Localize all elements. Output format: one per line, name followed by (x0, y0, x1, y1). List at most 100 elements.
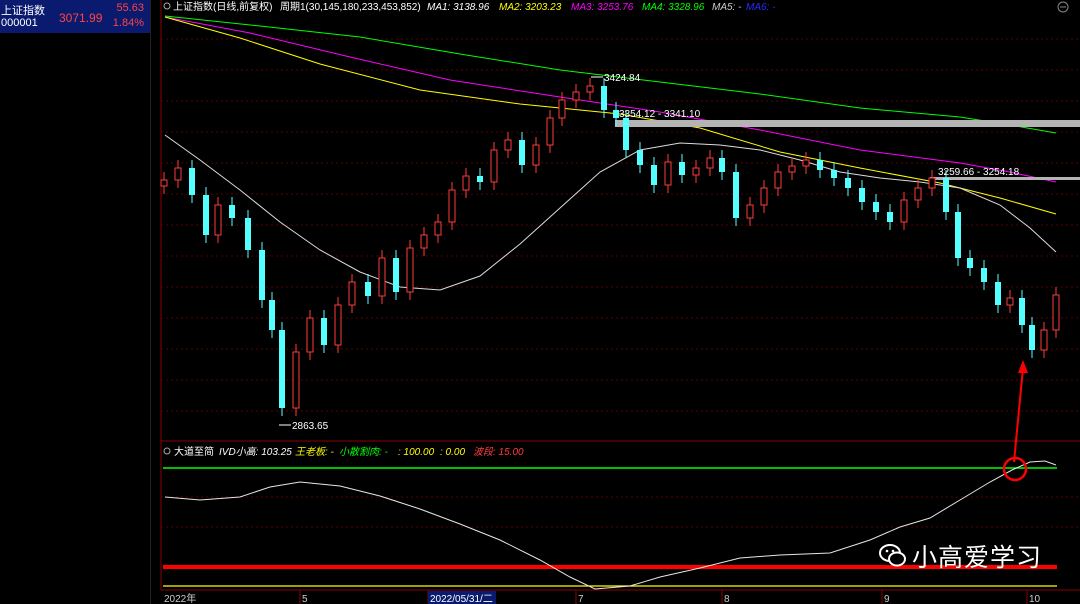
indicator-boduan: 波段: 15.00 (473, 446, 524, 458)
candle-body (746, 204, 754, 219)
x-label-9: 9 (884, 594, 890, 604)
candle-body (817, 160, 823, 170)
candle-body (1029, 325, 1035, 350)
indicator-ivd: IVD小高: 103.25 (219, 446, 292, 458)
candle-body (1019, 298, 1025, 325)
candle-body (664, 161, 672, 186)
candle-body (928, 177, 936, 189)
candle-body (981, 268, 987, 282)
highlight-arrow (1002, 360, 1028, 482)
candle-body (760, 187, 768, 206)
indicator-v0: : 0.00 (440, 447, 465, 458)
candle-body (967, 258, 973, 268)
candle-body (321, 318, 327, 345)
candle-body (462, 175, 470, 191)
wechat-icon (879, 544, 906, 567)
ma4-label: MA4: 3328.96 (642, 2, 705, 13)
candle-body (477, 176, 483, 182)
watermark: 小高爱学习 (878, 535, 1078, 575)
candle-body (348, 281, 356, 306)
candle-body (679, 162, 685, 175)
ma5-label: MA5: - (712, 2, 742, 13)
candle-body (259, 250, 265, 300)
candle-body (845, 178, 851, 188)
chart-header: 上证指数(日线,前复权) 周期1(30,145,180,233,453,852)… (163, 0, 776, 13)
candle-body (306, 317, 314, 353)
candle-body (719, 158, 725, 172)
candle-body (1006, 297, 1014, 306)
candle-body (572, 91, 580, 101)
candlesticks (160, 78, 1060, 416)
candle-body (504, 139, 512, 151)
candle-body (914, 187, 922, 201)
candle-body (519, 140, 525, 165)
ma2-line (164, 16, 1057, 215)
period-label: 周期1(30,145,180,233,453,852) (280, 1, 421, 13)
indicator-v100: : 100.00 (398, 447, 435, 458)
indicator-name: 大道至简 (174, 445, 214, 458)
candle-body (292, 351, 300, 409)
candle-body (490, 149, 498, 183)
candle-body (203, 195, 209, 235)
candle-body (1040, 329, 1048, 351)
candle-body (269, 300, 275, 330)
svg-text:3424.84: 3424.84 (604, 73, 641, 84)
candle-body (189, 168, 195, 195)
candle-body (733, 172, 739, 218)
candle-body (586, 85, 594, 93)
ma1-label: MA1: 3138.96 (427, 2, 490, 13)
chart-title: 上证指数(日线,前复权) (173, 0, 272, 13)
candle-body (1052, 294, 1060, 331)
candle-body (420, 234, 428, 249)
x-label-5: 5 (302, 594, 308, 604)
indicator-xiaoqiang: 小散割肉: - (339, 446, 389, 458)
candle-body (378, 257, 386, 297)
x-label-cursor-date: 2022/05/31/二 (430, 594, 493, 604)
candle-body (174, 167, 182, 181)
candle-body (955, 212, 961, 258)
candle-body (943, 178, 949, 212)
collapse-icon[interactable] (1057, 1, 1069, 13)
ma6-label: MA6: - (746, 2, 776, 13)
candle-body (887, 212, 893, 222)
svg-text:2863.65: 2863.65 (292, 421, 329, 432)
candle-body (229, 205, 235, 218)
candle-body (448, 189, 456, 223)
x-label-10: 10 (1029, 594, 1041, 604)
x-label-8: 8 (724, 594, 730, 604)
candle-body (601, 86, 607, 110)
candle-body (279, 330, 285, 408)
annotation-range-2: 3259.66 - 3254.18 (938, 167, 1020, 178)
candle-body (546, 117, 554, 146)
candle-body (995, 282, 1001, 305)
ma3-label: MA3: 3253.76 (571, 2, 634, 13)
x-label-year: 2022年 (164, 592, 196, 604)
resistance-band-1 (615, 120, 1080, 127)
candle-body (214, 204, 222, 236)
candle-body (651, 165, 657, 185)
candle-body (393, 258, 399, 292)
candle-body (802, 159, 810, 167)
x-label-7: 7 (578, 594, 584, 604)
x-axis: 2022年 5 2022/05/31/二 7 8 9 10 (164, 590, 1041, 604)
candle-body (831, 170, 837, 178)
annotation-range-1: 3354.12 - 3341.10 (619, 109, 701, 120)
indicator-header: 大道至简 IVD小高: 103.25 王老板: - 小散割肉: - : 100.… (163, 445, 524, 458)
watermark-text: 小高爱学习 (912, 543, 1043, 572)
candle-body (365, 282, 371, 296)
indicator-wang: 王老板: - (295, 446, 335, 458)
candle-body (623, 118, 629, 150)
candle-body (873, 202, 879, 212)
candle-body (692, 167, 700, 176)
candle-body (637, 150, 643, 165)
kline-chart[interactable]: 3424.84 2863.65 3354.12 - 3341.10 3259.6… (0, 0, 1080, 604)
candle-body (434, 221, 442, 236)
candle-body (334, 304, 342, 346)
candle-body (788, 165, 796, 173)
candle-body (859, 188, 865, 202)
candle-body (532, 144, 540, 166)
ma3-line (164, 16, 1057, 183)
candle-body (160, 179, 168, 187)
candle-body (900, 199, 908, 223)
candle-body (774, 171, 782, 189)
